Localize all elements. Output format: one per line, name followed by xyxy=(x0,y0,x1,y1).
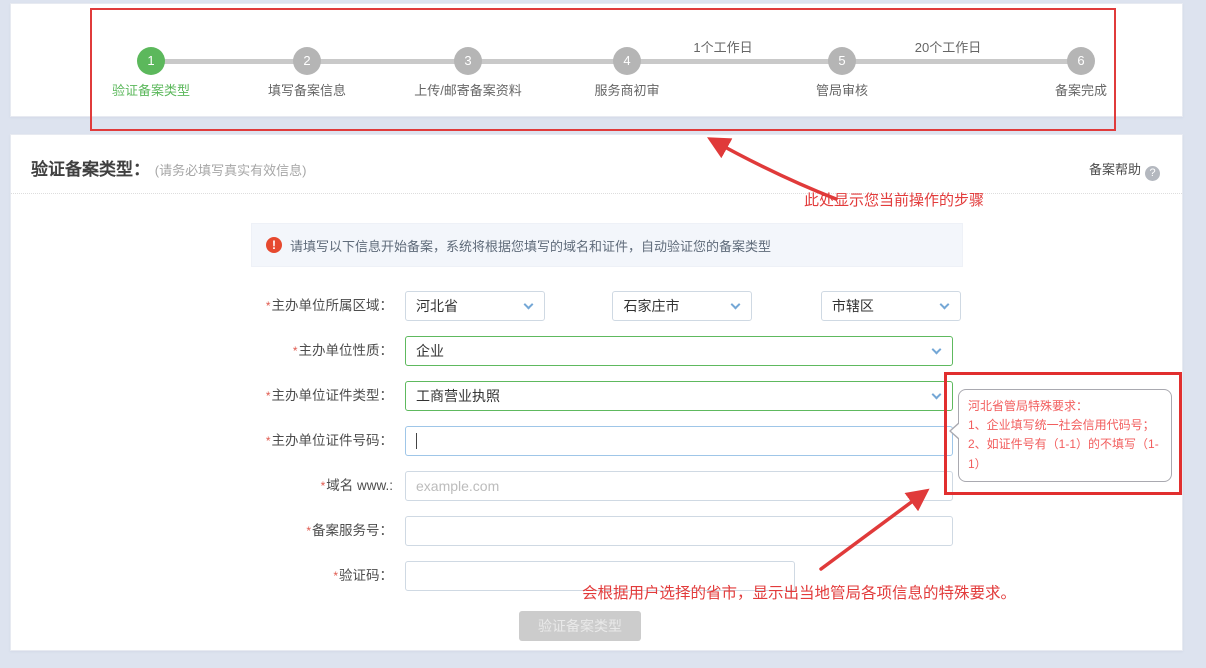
step-1-dot: 1 xyxy=(137,47,165,75)
domain-input[interactable] xyxy=(405,471,953,501)
cert-number-label: *主办单位证件号码： xyxy=(71,426,393,456)
region-label: *主办单位所属区域： xyxy=(71,291,393,321)
district-select[interactable]: 市辖区 xyxy=(821,291,961,321)
step-6-label: 备案完成 xyxy=(1055,80,1107,99)
step-2-label: 填写备案信息 xyxy=(268,80,346,99)
org-nature-select[interactable]: 企业 xyxy=(405,336,953,366)
chevron-down-icon xyxy=(939,300,949,310)
step-4-dot: 4 xyxy=(613,47,641,75)
chevron-down-icon xyxy=(932,345,942,355)
header-divider xyxy=(11,193,1182,194)
chevron-down-icon xyxy=(524,300,534,310)
page-title: 验证备案类型： (请务必填写真实有效信息) xyxy=(31,155,306,180)
step-2-dot: 2 xyxy=(293,47,321,75)
verify-filing-type-panel: 验证备案类型： (请务必填写真实有效信息) 备案帮助? ! 请填写以下信息开始备… xyxy=(10,134,1183,651)
step-3-label: 上传/邮寄备案资料 xyxy=(414,80,522,99)
text-cursor xyxy=(416,433,417,449)
page-subtitle: (请务必填写真实有效信息) xyxy=(155,163,307,178)
chevron-down-icon xyxy=(731,300,741,310)
warning-icon: ! xyxy=(266,237,282,253)
service-number-input[interactable] xyxy=(405,516,953,546)
cert-number-input[interactable] xyxy=(405,426,953,456)
service-number-label: *备案服务号： xyxy=(71,516,393,546)
step-6-dot: 6 xyxy=(1067,47,1095,75)
step-4-label: 服务商初审 xyxy=(594,80,659,99)
step-3-dot: 3 xyxy=(454,47,482,75)
step-1-label: 验证备案类型 xyxy=(112,80,190,99)
cert-type-label: *主办单位证件类型： xyxy=(71,381,393,411)
province-select[interactable]: 河北省 xyxy=(405,291,545,321)
cert-type-select[interactable]: 工商营业执照 xyxy=(405,381,953,411)
city-select[interactable]: 石家庄市 xyxy=(612,291,752,321)
notice-text: 请填写以下信息开始备案，系统将根据您填写的域名和证件，自动验证您的备案类型 xyxy=(290,236,771,255)
captcha-input[interactable] xyxy=(405,561,795,591)
notice-banner: ! 请填写以下信息开始备案，系统将根据您填写的域名和证件，自动验证您的备案类型 xyxy=(251,223,963,267)
step-5-duration: 1个工作日 xyxy=(693,37,752,56)
verify-filing-type-button[interactable]: 验证备案类型 xyxy=(519,611,641,641)
org-nature-label: *主办单位性质： xyxy=(71,336,393,366)
domain-label: *域名 www.: xyxy=(71,471,393,501)
question-mark-icon: ? xyxy=(1145,166,1160,181)
filing-help-link[interactable]: 备案帮助? xyxy=(1089,159,1160,181)
step-progress-panel: 1 验证备案类型 2 填写备案信息 3 上传/邮寄备案资料 4 服务商初审 5 … xyxy=(10,3,1183,117)
captcha-label: *验证码： xyxy=(71,561,393,591)
step-5-label: 管局审核 xyxy=(816,80,868,99)
step-5-dot: 5 xyxy=(828,47,856,75)
chevron-down-icon xyxy=(932,390,942,400)
step-6-duration: 20个工作日 xyxy=(915,37,981,56)
